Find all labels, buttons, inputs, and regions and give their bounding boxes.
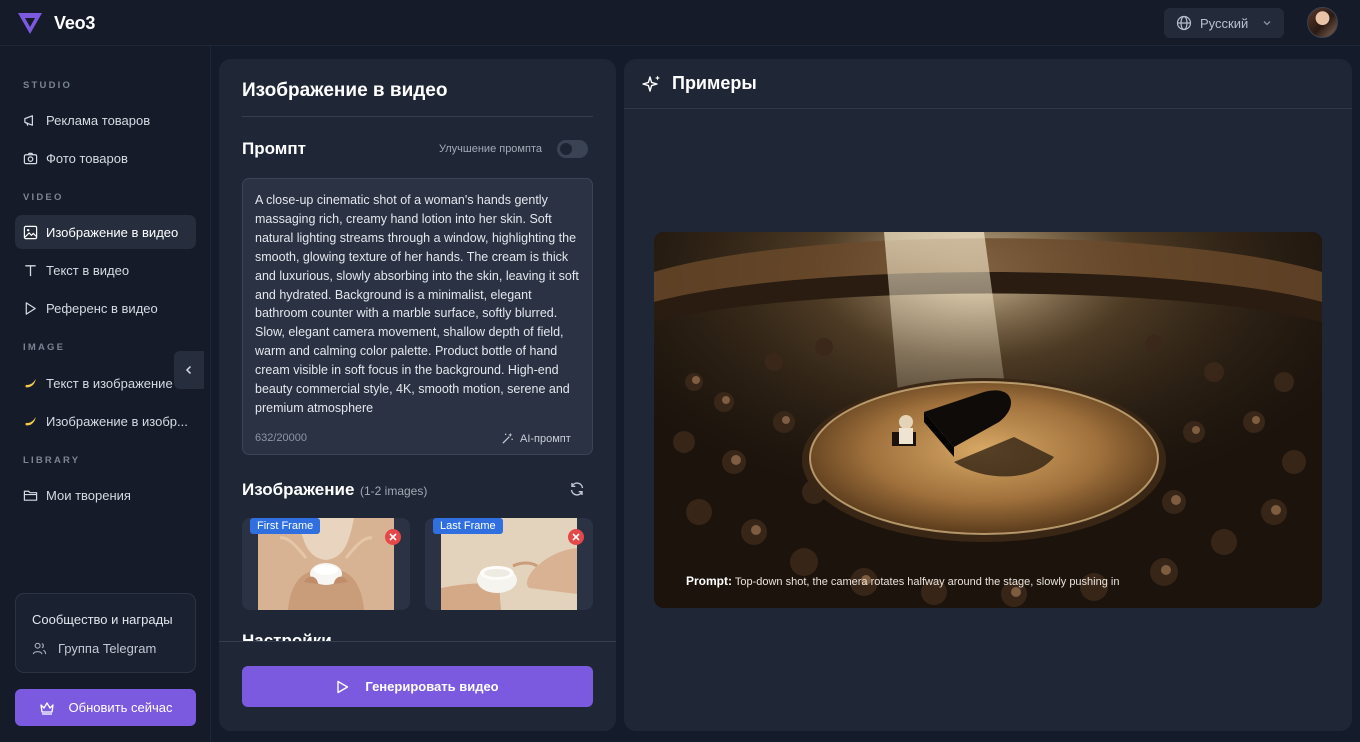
sidebar-item-product-photos[interactable]: Фото товаров [15,141,196,175]
refresh-icon[interactable] [569,481,585,497]
chevron-left-icon [185,365,192,375]
divider [242,116,593,117]
users-icon [32,642,47,655]
example-video-frame [654,232,1322,608]
close-icon [389,533,397,541]
sidebar-item-label: Изображение в видео [46,224,179,240]
example-caption-text: Top-down shot, the camera rotates halfwa… [734,576,1120,588]
play-icon [23,301,38,316]
app-name: Veo3 [54,12,96,33]
last-frame-slot[interactable]: Last Frame [425,518,593,610]
sidebar-item-text-to-image[interactable]: Текст в изображение [15,366,196,400]
enhance-prompt-toggle[interactable] [557,140,588,158]
examples-title: Примеры [672,73,757,93]
sidebar: STUDIO Реклама товаров Фото товаров VIDE… [0,46,211,742]
page-title: Изображение в видео [242,80,448,101]
section-label-image: IMAGE [23,342,66,353]
app-logo[interactable]: Veo3 [16,10,95,36]
community-title: Сообщество и награды [32,612,173,627]
char-count: 632/20000 [255,432,307,444]
language-selector[interactable]: Русский [1164,8,1284,38]
prompt-textarea[interactable]: A close-up cinematic shot of a woman's h… [242,178,593,455]
section-label-video: VIDEO [23,192,64,203]
example-caption: Prompt: Top-down shot, the camera rotate… [686,574,1119,588]
prompt-heading: Промпт [242,139,306,158]
sidebar-item-label: Текст в видео [46,262,130,278]
user-avatar[interactable] [1307,7,1338,38]
remove-last-frame-button[interactable] [568,529,584,545]
sidebar-item-label: Референс в видео [46,300,158,316]
sidebar-item-product-ads[interactable]: Реклама товаров [15,103,196,137]
banana-icon [23,376,38,391]
telegram-group-label: Группа Telegram [58,641,157,656]
example-video[interactable]: Prompt: Top-down shot, the camera rotate… [654,232,1322,608]
top-bar: Veo3 Русский [0,0,1360,46]
sidebar-item-label: Текст в изображение [46,375,173,391]
logo-icon [18,13,42,34]
editor-panel: Изображение в видео Промпт Улучшение про… [219,59,616,731]
image-icon [23,225,38,240]
first-frame-slot[interactable]: First Frame [242,518,410,610]
section-label-studio: STUDIO [23,80,73,91]
play-icon [337,680,349,693]
generate-video-label: Генерировать видео [365,679,499,694]
folder-icon [23,488,38,503]
image-subheading: (1-2 images) [360,484,428,498]
sidebar-item-reference-to-video[interactable]: Референс в видео [15,291,196,325]
telegram-group-link[interactable]: Группа Telegram [32,641,156,656]
sidebar-item-image-to-video[interactable]: Изображение в видео [15,215,196,249]
settings-heading: Настройки [242,631,332,641]
sidebar-item-image-to-image[interactable]: Изображение в изобр... [15,404,196,438]
section-label-library: LIBRARY [23,455,81,466]
sparkles-icon [642,75,660,92]
last-frame-badge: Last Frame [433,518,503,534]
examples-panel: Примеры Prompt: Top-down shot, the camer… [624,59,1352,731]
chevron-down-icon [1263,21,1271,26]
sidebar-item-text-to-video[interactable]: Текст в видео [15,253,196,287]
upgrade-button[interactable]: Обновить сейчас [15,689,196,726]
globe-icon [1176,15,1192,31]
ai-prompt-button[interactable]: AI-промпт [501,432,571,445]
first-frame-badge: First Frame [250,518,321,534]
banana-icon [23,414,38,429]
enhance-prompt-label: Улучшение промпта [439,143,542,155]
sidebar-item-label: Реклама товаров [46,112,151,128]
crown-icon [39,701,54,715]
prompt-text: A close-up cinematic shot of a woman's h… [255,193,579,415]
camera-icon [23,151,38,166]
sidebar-item-label: Мои творения [46,487,131,503]
text-icon [23,263,38,278]
image-heading: Изображение [242,480,355,499]
sidebar-item-label: Фото товаров [46,150,128,166]
sidebar-item-my-creations[interactable]: Мои творения [15,478,196,512]
close-icon [572,533,580,541]
sidebar-collapse-button[interactable] [174,351,204,389]
megaphone-icon [23,113,38,128]
language-label: Русский [1200,15,1249,31]
remove-first-frame-button[interactable] [385,529,401,545]
generate-video-button[interactable]: Генерировать видео [242,666,593,707]
examples-header: Примеры [624,59,1352,109]
example-caption-label: Prompt: [686,574,732,588]
upgrade-label: Обновить сейчас [68,700,173,715]
magic-wand-icon [502,432,513,444]
ai-prompt-label: AI-промпт [520,432,571,445]
community-card: Сообщество и награды Группа Telegram [15,593,196,673]
sidebar-item-label: Изображение в изобр... [46,413,188,429]
